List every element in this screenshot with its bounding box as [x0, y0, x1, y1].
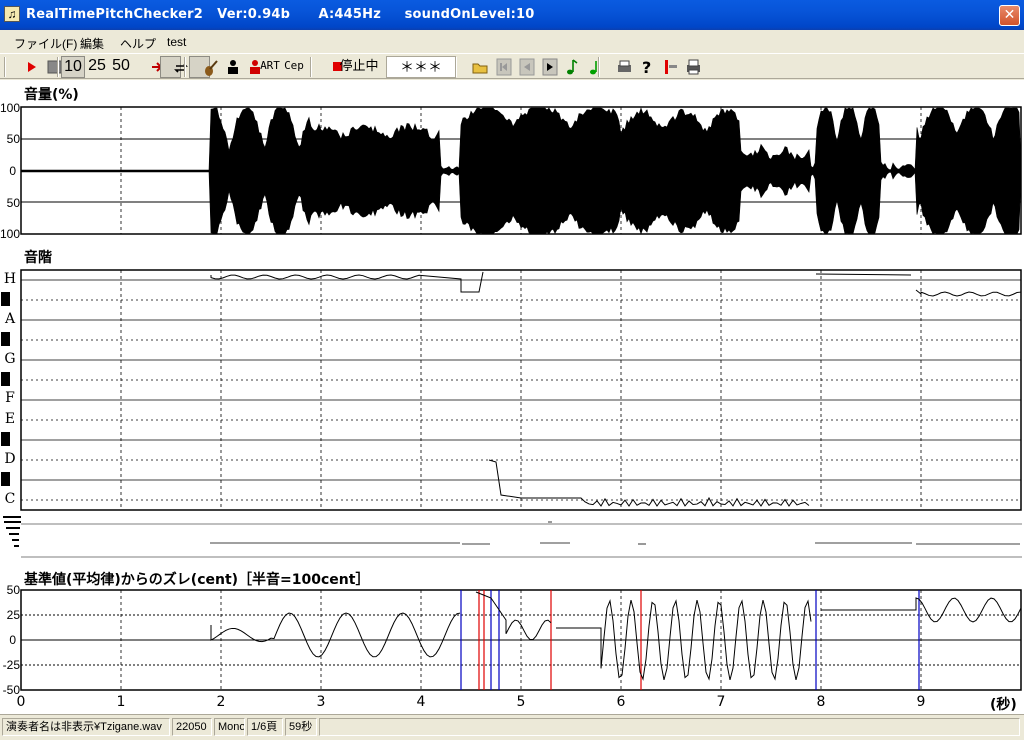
stop-button[interactable] — [33, 56, 54, 78]
volume-title: 音量(%) — [24, 84, 79, 104]
toolbar: 10 25 50 ART Cep 停止中 ＊＊＊ ? — [0, 53, 1024, 79]
x-tick: 2 — [211, 694, 231, 710]
toolbar-separator — [57, 57, 59, 77]
x-tick: 8 — [811, 694, 831, 710]
person-black-button[interactable] — [212, 56, 233, 78]
status-label: 停止中 — [337, 56, 381, 78]
x-tick: 1 — [111, 694, 131, 710]
status-empty — [319, 718, 1020, 736]
menu-test[interactable]: test — [167, 35, 186, 49]
x-tick: 5 — [511, 694, 531, 710]
print-button[interactable] — [603, 56, 624, 78]
x-axis-unit: (秒) — [990, 694, 1017, 714]
toolbar-separator — [598, 57, 600, 77]
piano-keys — [0, 270, 21, 510]
status-rate: 22050 — [172, 718, 212, 736]
app-icon: ♫ — [4, 6, 20, 22]
loop-button[interactable] — [160, 56, 181, 78]
cent-tick: 0 — [0, 633, 16, 647]
x-tick: 7 — [711, 694, 731, 710]
open-folder-button[interactable] — [459, 56, 480, 78]
volume-plot — [21, 107, 1022, 235]
cent-tick: 25 — [0, 608, 20, 622]
deviation-plot — [21, 590, 1022, 691]
person-red-button[interactable] — [234, 56, 255, 78]
zoom-25-button[interactable]: 25 — [85, 56, 109, 78]
menu-bar: ファイル(F) 編集 ヘルプ test — [0, 31, 1024, 53]
toolbar-separator — [184, 57, 186, 77]
note-button[interactable] — [551, 56, 572, 78]
menu-edit[interactable]: 編集 — [80, 35, 104, 52]
split-button[interactable] — [649, 56, 670, 78]
violin-button[interactable] — [189, 56, 210, 78]
title-bar: ♫ RealTimePitchChecker2 Ver:0.94b A:445H… — [0, 0, 1024, 30]
printer-button[interactable] — [672, 56, 693, 78]
volume-tick: 0 — [0, 164, 16, 178]
skip-to-end-button[interactable] — [137, 56, 158, 78]
volume-tick: 100 — [0, 101, 20, 115]
status-bar: 演奏者名は非表示¥Tzigane.wav 22050 Mono 1/6頁 59秒 — [0, 714, 1024, 740]
menu-file[interactable]: ファイル(F) — [14, 35, 77, 52]
x-tick: 3 — [311, 694, 331, 710]
status-duration: 59秒 — [285, 718, 317, 736]
zoom-50-button[interactable]: 50 — [109, 56, 133, 78]
deviation-title: 基準値(平均律)からのズレ(cent)［半音=100cent］ — [24, 569, 369, 589]
x-tick: 0 — [11, 694, 31, 710]
x-tick: 9 — [911, 694, 931, 710]
first-page-button[interactable] — [482, 56, 503, 78]
prev-page-button[interactable] — [505, 56, 526, 78]
x-tick: 4 — [411, 694, 431, 710]
scale-title: 音階 — [24, 247, 52, 267]
volume-tick: 100 — [0, 227, 20, 241]
toolbar-separator — [310, 57, 312, 77]
art-button[interactable]: ART — [258, 56, 282, 78]
window-title: RealTimePitchChecker2 Ver:0.94b A:445Hz … — [26, 7, 535, 22]
x-tick: 6 — [611, 694, 631, 710]
printer-icon — [683, 56, 704, 78]
help-button[interactable]: ? — [626, 56, 647, 78]
cent-tick: 50 — [0, 583, 20, 597]
volume-tick: 50 — [0, 196, 20, 210]
toolbar-separator — [455, 57, 457, 77]
status-file: 演奏者名は非表示¥Tzigane.wav — [2, 718, 170, 736]
status-page: 1/6頁 — [247, 718, 283, 736]
zoom-10-button[interactable]: 10 — [61, 56, 85, 78]
note-display: ＊＊＊ — [386, 56, 456, 78]
scale-plot — [21, 270, 1022, 511]
chart-area: 音量(%) 100 50 0 50 100 音階 H A G F E D C 基… — [0, 80, 1024, 714]
note-green-button[interactable] — [574, 56, 595, 78]
play-button[interactable] — [10, 56, 31, 78]
cent-tick: -25 — [0, 658, 20, 672]
toolbar-grip — [4, 57, 6, 77]
next-page-button[interactable] — [528, 56, 549, 78]
stop-red-button[interactable] — [316, 56, 337, 78]
menu-help[interactable]: ヘルプ — [120, 35, 156, 52]
note-band — [0, 512, 1022, 558]
volume-tick: 50 — [0, 132, 20, 146]
status-channels: Mono — [214, 718, 245, 736]
cep-button[interactable]: Cep — [282, 56, 306, 78]
close-button[interactable]: ✕ — [999, 5, 1020, 26]
